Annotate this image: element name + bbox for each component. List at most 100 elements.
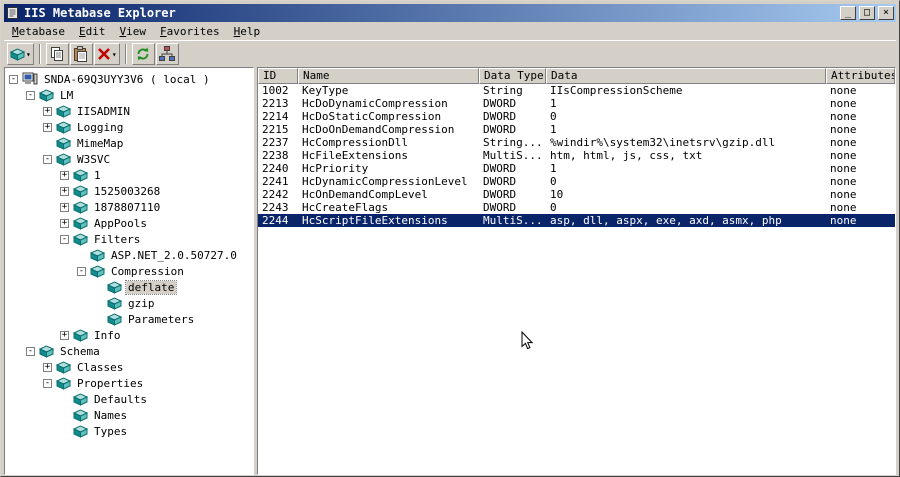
tree-node-1525003268[interactable]: +1525003268 (5, 183, 253, 199)
table-cell: HcDoDynamicCompression (302, 97, 448, 110)
tree-node-w3svc[interactable]: - W3SVC (5, 151, 253, 167)
tree-node-defaults[interactable]: Defaults (5, 391, 253, 407)
column-header-attributes[interactable]: Attributes (826, 68, 895, 84)
menu-metabase[interactable]: Metabase (5, 23, 72, 40)
collapse-toggle-icon[interactable]: - (60, 234, 69, 244)
menu-help[interactable]: Help (227, 23, 268, 40)
tree-node-1[interactable]: +1 (5, 167, 253, 183)
tree-node-filters[interactable]: - Filters (5, 231, 253, 247)
menu-view[interactable]: View (112, 23, 153, 40)
expand-toggle-icon[interactable]: + (60, 202, 69, 212)
tree-node-snda-69q3uyy3v6-local-[interactable]: - SNDA-69Q3UYY3V6 ( local ) (5, 71, 253, 87)
table-cell: MultiS... (483, 149, 543, 162)
table-cell: 2213 (262, 97, 289, 110)
tree-node-mimemap[interactable]: MimeMap (5, 135, 253, 151)
table-cell: HcDoOnDemandCompression (302, 123, 455, 136)
node-icon (56, 120, 71, 134)
dropdown-arrow-icon[interactable]: ▾ (26, 50, 31, 59)
table-cell: 0 (550, 110, 557, 123)
expand-toggle-icon[interactable]: + (60, 218, 69, 228)
expand-toggle-icon[interactable]: + (43, 122, 52, 132)
tree-node-deflate[interactable]: deflate (5, 279, 253, 295)
table-row-2214[interactable]: 2214 HcDoStaticCompression DWORD 0 none (258, 110, 895, 123)
table-cell: DWORD (483, 201, 517, 214)
table-cell: none (830, 136, 857, 149)
table-cell: HcCompressionDll (302, 136, 408, 149)
table-row-2237[interactable]: 2237 HcCompressionDll String... %windir%\sy… (258, 136, 895, 149)
new-key-button[interactable]: ▾ (7, 43, 34, 65)
table-row-2242[interactable]: 2242 HcOnDemandCompLevel DWORD 10 none (258, 188, 895, 201)
menu-edit[interactable]: Edit (72, 23, 113, 40)
tree-node-asp-net-2-0-50727-0[interactable]: ASP.NET_2.0.50727.0 (5, 247, 253, 263)
table-row-2241[interactable]: 2241 HcDynamicCompressionLevel DWORD 0 none (258, 175, 895, 188)
minimize-button[interactable]: _ (840, 6, 856, 20)
tree-node-label: Properties (77, 376, 144, 390)
paste-icon (73, 46, 89, 62)
table-cell: String (483, 84, 523, 97)
table-row-2240[interactable]: 2240 HcPriority DWORD 1 none (258, 162, 895, 175)
tree-node-types[interactable]: Types (5, 423, 253, 439)
tree-node-label: 1525003268 (94, 184, 161, 198)
delete-icon (97, 47, 111, 61)
expand-toggle-icon[interactable]: + (60, 170, 69, 180)
tree-node-iisadmin[interactable]: + IISADMIN (5, 103, 253, 119)
delete-button[interactable]: ▾ (93, 43, 120, 65)
column-header-name[interactable]: Name (298, 68, 479, 84)
tree-node-properties[interactable]: - Properties (5, 375, 253, 391)
tree-node-schema[interactable]: - Schema (5, 343, 253, 359)
column-header-data[interactable]: Data (546, 68, 826, 84)
refresh-button[interactable] (131, 43, 155, 65)
table-row-2243[interactable]: 2243 HcCreateFlags DWORD 0 none (258, 201, 895, 214)
expand-toggle-icon[interactable]: + (43, 106, 52, 116)
tree-node-apppools[interactable]: + AppPools (5, 215, 253, 231)
tree-node-classes[interactable]: + Classes (5, 359, 253, 375)
paste-button[interactable] (69, 43, 93, 65)
tree-node-label: Filters (94, 232, 141, 246)
app-window: IIS Metabase Explorer _ □ × Metabase Edit… (0, 0, 900, 477)
toolbar-separator (38, 44, 41, 64)
table-cell: MultiS... (483, 214, 543, 227)
column-header-data-type[interactable]: Data Type (479, 68, 546, 84)
collapse-toggle-icon[interactable]: - (26, 346, 35, 356)
tree-node-logging[interactable]: + Logging (5, 119, 253, 135)
expand-toggle-icon[interactable]: + (43, 362, 52, 372)
table-row-2244[interactable]: 2244 HcScriptFileExtensions MultiS... asp, … (258, 214, 895, 227)
expand-toggle-icon[interactable]: + (60, 330, 69, 340)
tree-node-gzip[interactable]: gzip (5, 295, 253, 311)
table-row-2215[interactable]: 2215 HcDoOnDemandCompression DWORD 1 none (258, 123, 895, 136)
title-bar[interactable]: IIS Metabase Explorer _ □ × (4, 4, 896, 22)
tree-node-compression[interactable]: - Compression (5, 263, 253, 279)
tree-node-info[interactable]: + Info (5, 327, 253, 343)
table-row-1002[interactable]: 1002 KeyType String IIsCompressionScheme non… (258, 84, 895, 97)
expand-toggle-icon[interactable]: + (60, 186, 69, 196)
table-cell: 2242 (262, 188, 289, 201)
table-cell: none (830, 110, 857, 123)
copy-button[interactable] (45, 43, 69, 65)
collapse-toggle-icon[interactable]: - (43, 154, 52, 164)
table-row-2238[interactable]: 2238 HcFileExtensions MultiS... htm, html, … (258, 149, 895, 162)
list-header: ID Name Data Type Data Attributes (258, 68, 895, 84)
dropdown-arrow-icon[interactable]: ▾ (112, 50, 117, 59)
tree-node-lm[interactable]: - LM (5, 87, 253, 103)
tree-node-label: Types (94, 424, 128, 438)
collapse-toggle-icon[interactable]: - (9, 74, 18, 84)
menu-favorites[interactable]: Favorites (153, 23, 227, 40)
table-cell: 1002 (262, 84, 289, 97)
tree-node-label: Schema (60, 344, 100, 358)
table-cell: DWORD (483, 110, 517, 123)
connect-button[interactable] (155, 43, 179, 65)
list-view: ID Name Data Type Data Attributes 1002 KeyTyp… (257, 67, 896, 475)
tree-node-1878807110[interactable]: +1878807110 (5, 199, 253, 215)
tree-node-names[interactable]: Names (5, 407, 253, 423)
table-cell: 10 (550, 188, 564, 201)
close-button[interactable]: × (878, 6, 894, 20)
collapse-toggle-icon[interactable]: - (43, 378, 52, 388)
table-cell: none (830, 84, 857, 97)
column-header-id[interactable]: ID (258, 68, 298, 84)
collapse-toggle-icon[interactable]: - (77, 266, 86, 276)
table-cell: IIsCompressionScheme (550, 84, 683, 97)
maximize-button[interactable]: □ (859, 6, 875, 20)
collapse-toggle-icon[interactable]: - (26, 90, 35, 100)
tree-node-parameters[interactable]: Parameters (5, 311, 253, 327)
table-row-2213[interactable]: 2213 HcDoDynamicCompression DWORD 1 none (258, 97, 895, 110)
